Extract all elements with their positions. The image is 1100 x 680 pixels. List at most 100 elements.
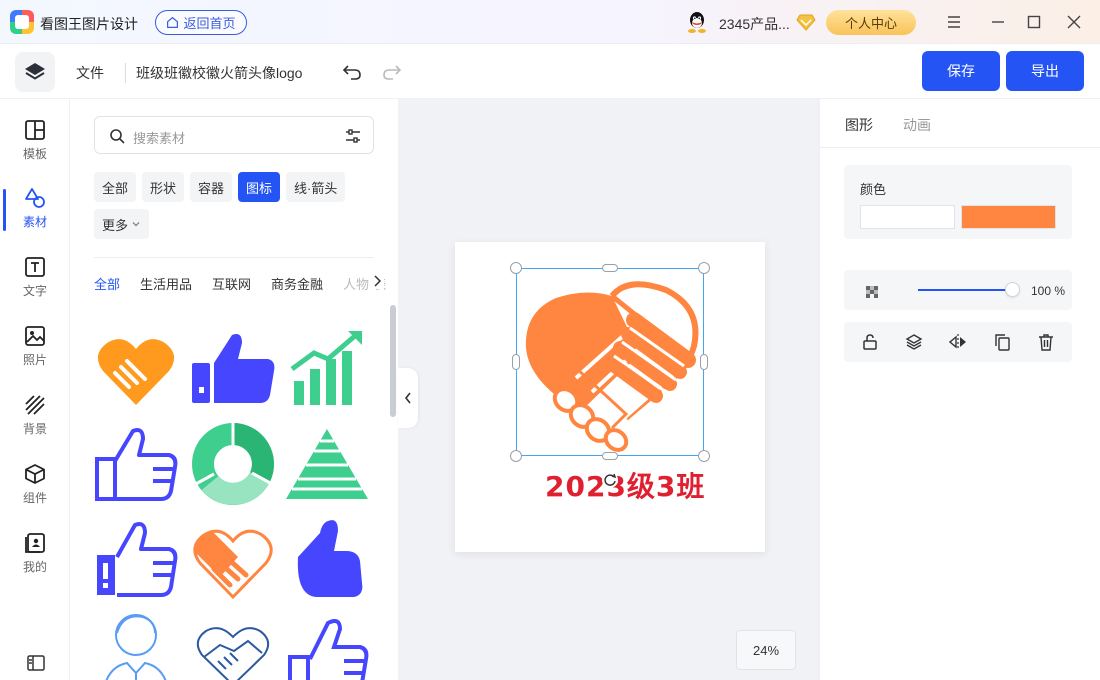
template-icon [25, 120, 45, 140]
panel-scrollbar[interactable] [390, 305, 396, 417]
undo-icon[interactable] [341, 61, 363, 83]
menu-icon[interactable] [944, 12, 964, 32]
filter-icon[interactable] [345, 128, 361, 144]
close-icon[interactable] [1064, 12, 1084, 32]
personal-center-button[interactable]: 个人中心 [826, 10, 916, 35]
subtab-business[interactable]: 商务金融 [271, 274, 323, 293]
nav-item-label: 素材 [22, 215, 47, 229]
color-swatch-orange[interactable] [961, 205, 1056, 229]
opacity-slider-knob[interactable] [1005, 282, 1020, 297]
home-icon [167, 17, 179, 28]
tab-shape[interactable]: 图形 [845, 115, 873, 135]
nav-item-mine[interactable]: 我的 [0, 532, 70, 588]
subtab-next-icon[interactable] [370, 273, 384, 289]
subtab-daily[interactable]: 生活用品 [140, 274, 192, 293]
thumbs-up-solid-icon[interactable] [284, 517, 370, 603]
category-more[interactable]: 更多 [94, 209, 150, 239]
resize-handle-e[interactable] [700, 354, 708, 370]
nav-item-label: 背景 [22, 422, 47, 436]
nav-item-label: 模板 [22, 147, 47, 161]
resize-handle-ne[interactable] [698, 262, 710, 274]
redo-icon[interactable] [381, 61, 403, 83]
opacity-slider-track[interactable] [918, 289, 1014, 291]
color-label: 颜色 [860, 182, 887, 197]
file-menu[interactable]: 文件 [76, 63, 104, 83]
save-button[interactable]: 保存 [922, 51, 1000, 91]
nav-item-component[interactable]: 组件 [0, 463, 70, 519]
minimize-icon[interactable] [988, 12, 1008, 32]
handshake-heart-icon[interactable] [93, 325, 179, 411]
nav-item-label: 照片 [22, 353, 47, 367]
home-button[interactable]: 返回首页 [155, 10, 247, 35]
opacity-icon [866, 286, 878, 298]
zoom-level[interactable]: 24% [736, 630, 796, 670]
resize-handle-s[interactable] [602, 452, 618, 460]
category-line-arrow[interactable]: 线·箭头 [286, 172, 346, 202]
category-all[interactable]: 全部 [94, 172, 137, 202]
category-container[interactable]: 容器 [190, 172, 233, 202]
growth-chart-icon[interactable] [284, 325, 370, 411]
maximize-icon[interactable] [1024, 12, 1044, 32]
thumbs-up-outline-icon[interactable] [93, 421, 179, 507]
logo-class-text[interactable]: 2023级3班 [545, 465, 705, 505]
collapse-panel-button[interactable] [398, 368, 418, 428]
subtab-all[interactable]: 全部 [94, 274, 120, 293]
layers-logo-icon[interactable] [15, 52, 55, 92]
nav-item-label: 文字 [22, 284, 47, 298]
qq-avatar-icon[interactable] [685, 10, 709, 34]
document-title[interactable]: 班级班徽校徽火箭头像logo [125, 63, 302, 83]
opacity-section: 100 % [844, 270, 1072, 310]
category-icon[interactable]: 图标 [238, 172, 281, 202]
export-button[interactable]: 导出 [1006, 51, 1084, 91]
resize-handle-w[interactable] [512, 354, 520, 370]
resize-handle-nw[interactable] [510, 262, 522, 274]
color-swatch-white[interactable] [860, 205, 955, 229]
rotate-icon [604, 473, 617, 486]
search-input[interactable]: 搜索素材 [94, 116, 374, 154]
resize-handle-se[interactable] [698, 450, 710, 462]
nav-item-text[interactable]: 文字 [0, 256, 70, 312]
thumbs-up-outline-blue-icon[interactable] [284, 607, 370, 680]
handshake-heart-outline-icon[interactable] [190, 517, 276, 603]
sidebar-toggle-icon[interactable] [27, 655, 45, 671]
resize-handle-n[interactable] [602, 264, 618, 272]
chevron-down-icon [132, 222, 140, 227]
flip-icon[interactable] [949, 333, 967, 351]
app-logo-icon [10, 10, 34, 34]
cube-icon [25, 464, 45, 484]
pyramid-icon[interactable] [284, 421, 370, 507]
tab-animation[interactable]: 动画 [903, 115, 931, 135]
thumbs-up-icon[interactable] [190, 325, 276, 411]
resize-handle-sw[interactable] [510, 450, 522, 462]
shapes-icon [25, 188, 45, 208]
user-name[interactable]: 2345产品... [719, 14, 790, 34]
home-button-label: 返回首页 [183, 16, 236, 31]
actions-section [844, 322, 1072, 362]
nav-item-template[interactable]: 模板 [0, 119, 70, 175]
properties-panel: 图形 动画 颜色 100 % [819, 99, 1100, 680]
nav-item-label: 我的 [22, 560, 47, 574]
handshake-outline-icon[interactable] [190, 607, 276, 680]
layers-icon[interactable] [905, 333, 923, 351]
divider [94, 257, 374, 258]
rotate-handle[interactable] [602, 472, 618, 488]
nav-item-background[interactable]: 背景 [0, 394, 70, 450]
nav-item-photo[interactable]: 照片 [0, 325, 70, 381]
opacity-value: 100 % [1031, 284, 1066, 298]
material-panel: 搜索素材 全部 形状 容器 图标 线·箭头 更多 全部 生活用品 互联网 商务金… [70, 99, 398, 680]
category-shape[interactable]: 形状 [142, 172, 185, 202]
search-icon [110, 129, 125, 144]
donut-chart-icon[interactable] [190, 421, 276, 507]
thumbs-up-blue-outline-icon[interactable] [93, 517, 179, 603]
text-icon [25, 257, 45, 277]
subtab-internet[interactable]: 互联网 [212, 274, 251, 293]
nav-item-material[interactable]: 素材 [0, 187, 70, 243]
selection-box[interactable] [516, 268, 704, 456]
toolbar: 文件 班级班徽校徽火箭头像logo 保存 导出 [0, 44, 1100, 99]
lock-icon[interactable] [861, 333, 879, 351]
copy-icon[interactable] [993, 333, 1011, 351]
divider [820, 147, 1100, 148]
delete-icon[interactable] [1037, 333, 1055, 351]
vip-diamond-icon[interactable] [796, 13, 816, 31]
businessman-icon[interactable] [93, 607, 179, 680]
